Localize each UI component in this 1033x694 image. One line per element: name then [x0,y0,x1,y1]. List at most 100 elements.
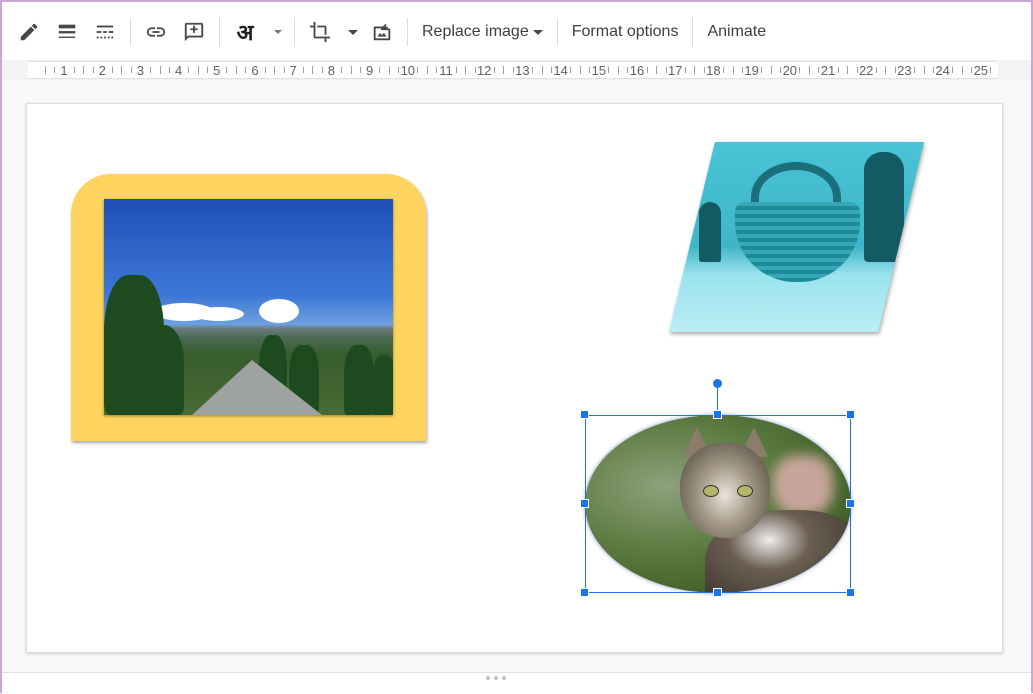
crop-icon [309,21,331,43]
ruler-tick [961,66,963,74]
ruler-number: 20 [782,63,798,78]
resize-handle-top[interactable] [713,410,722,419]
ruler-tick [388,66,390,74]
basket-image[interactable] [669,142,924,332]
border-dash-button[interactable] [89,16,121,48]
resize-handle-top-right[interactable] [846,410,855,419]
ruler-tick [312,66,314,74]
ruler-tick [799,67,801,73]
ruler-tick [283,67,285,73]
ruler-tick [885,66,887,74]
ruler-tick [121,66,123,74]
chevron-down-icon [274,30,282,34]
slide-canvas-area [2,80,1031,672]
ruler-number: 8 [327,63,336,78]
ruler-tick [455,67,457,73]
ruler-number: 4 [174,63,183,78]
ruler-tick [646,67,648,73]
ruler-tick [111,67,113,73]
resize-handle-right[interactable] [846,499,855,508]
ruler-number: 18 [706,63,721,78]
ruler-tick [512,67,514,73]
resize-handle-top-left[interactable] [580,410,589,419]
ruler-number: 11 [439,63,453,78]
ruler-tick [722,67,724,73]
ruler-tick [274,66,276,74]
ruler-tick [847,66,849,74]
ruler-track: 1 2 3 4 5 6 7 8 9 10 11 12 13 14 15 16 17 18 19 20 21 22 23 24 2… [28,61,998,79]
road-photo [104,199,393,415]
ruler-number: 21 [820,63,836,78]
toolbar-divider [294,18,295,46]
ruler-tick [226,67,228,73]
ruler-tick [761,67,763,73]
line-weight-icon [58,24,76,38]
ruler-tick [990,67,992,73]
ruler-tick [83,66,85,74]
crop-options-dropdown[interactable] [342,16,360,48]
ruler-tick [350,66,352,74]
resize-handle-bottom-left[interactable] [580,588,589,597]
ruler-number: 10 [400,63,416,78]
replace-image-button[interactable]: Replace image [414,16,551,48]
ruler-tick [417,67,419,73]
reset-image-button[interactable] [366,16,398,48]
speaker-notes-divider [2,672,1031,694]
ruler-tick [436,67,438,73]
ruler-tick [656,66,658,74]
format-options-button[interactable]: Format options [564,16,687,48]
ruler-tick [474,67,476,73]
ruler-number: 24 [935,63,950,78]
border-weight-button[interactable] [51,16,83,48]
ruler-number: 3 [136,63,145,78]
ruler-tick [159,66,161,74]
insert-link-button[interactable] [140,16,172,48]
ruler-tick [321,67,323,73]
crop-image-button[interactable] [304,16,336,48]
ruler-number: 25 [973,63,989,78]
resize-handle-bottom[interactable] [713,588,722,597]
ruler-tick [770,66,772,74]
road-landscape-image[interactable] [71,174,426,441]
border-color-button[interactable] [13,16,45,48]
ruler-number: 15 [591,63,607,78]
ruler-tick [952,67,954,73]
ruler-tick [923,66,925,74]
ruler-tick [732,66,734,74]
animate-button[interactable]: Animate [699,16,774,48]
toolbar-divider [556,18,558,46]
slide[interactable] [26,103,1003,653]
input-tools-button[interactable]: अ [229,16,261,48]
ruler-number: 19 [744,63,759,78]
rotate-handle[interactable] [713,379,722,388]
ruler-number: 9 [365,63,374,78]
add-comment-button[interactable] [178,16,210,48]
toolbar-divider [219,18,220,46]
image-toolbar: अ Replace image Format options Animate [2,2,1031,62]
horizontal-ruler[interactable]: 1 2 3 4 5 6 7 8 9 10 11 12 13 14 15 16 17 18 19 20 21 22 23 24 2… [2,60,1031,80]
basket-photo [669,142,924,332]
notes-drag-handle[interactable] [486,676,506,680]
ruler-tick [742,67,744,73]
ruler-tick [149,67,151,73]
selection-box [585,415,851,593]
ruler-number: 12 [476,63,492,78]
input-tools-dropdown[interactable] [267,16,285,48]
ruler-tick [188,67,190,73]
ruler-tick [837,67,839,73]
ruler-tick [302,67,304,73]
ruler-number: 13 [515,63,530,78]
ruler-tick [54,67,56,73]
ruler-tick [130,67,132,73]
resize-handle-bottom-right[interactable] [846,588,855,597]
ruler-tick [360,67,362,73]
hindi-character-icon: अ [236,21,254,46]
pencil-icon [20,23,38,41]
ruler-tick [465,66,467,74]
ruler-tick [933,67,935,73]
ruler-tick [665,67,667,73]
ruler-tick [207,67,209,73]
reset-image-icon [373,23,391,41]
resize-handle-left[interactable] [580,499,589,508]
ruler-tick [703,67,705,73]
